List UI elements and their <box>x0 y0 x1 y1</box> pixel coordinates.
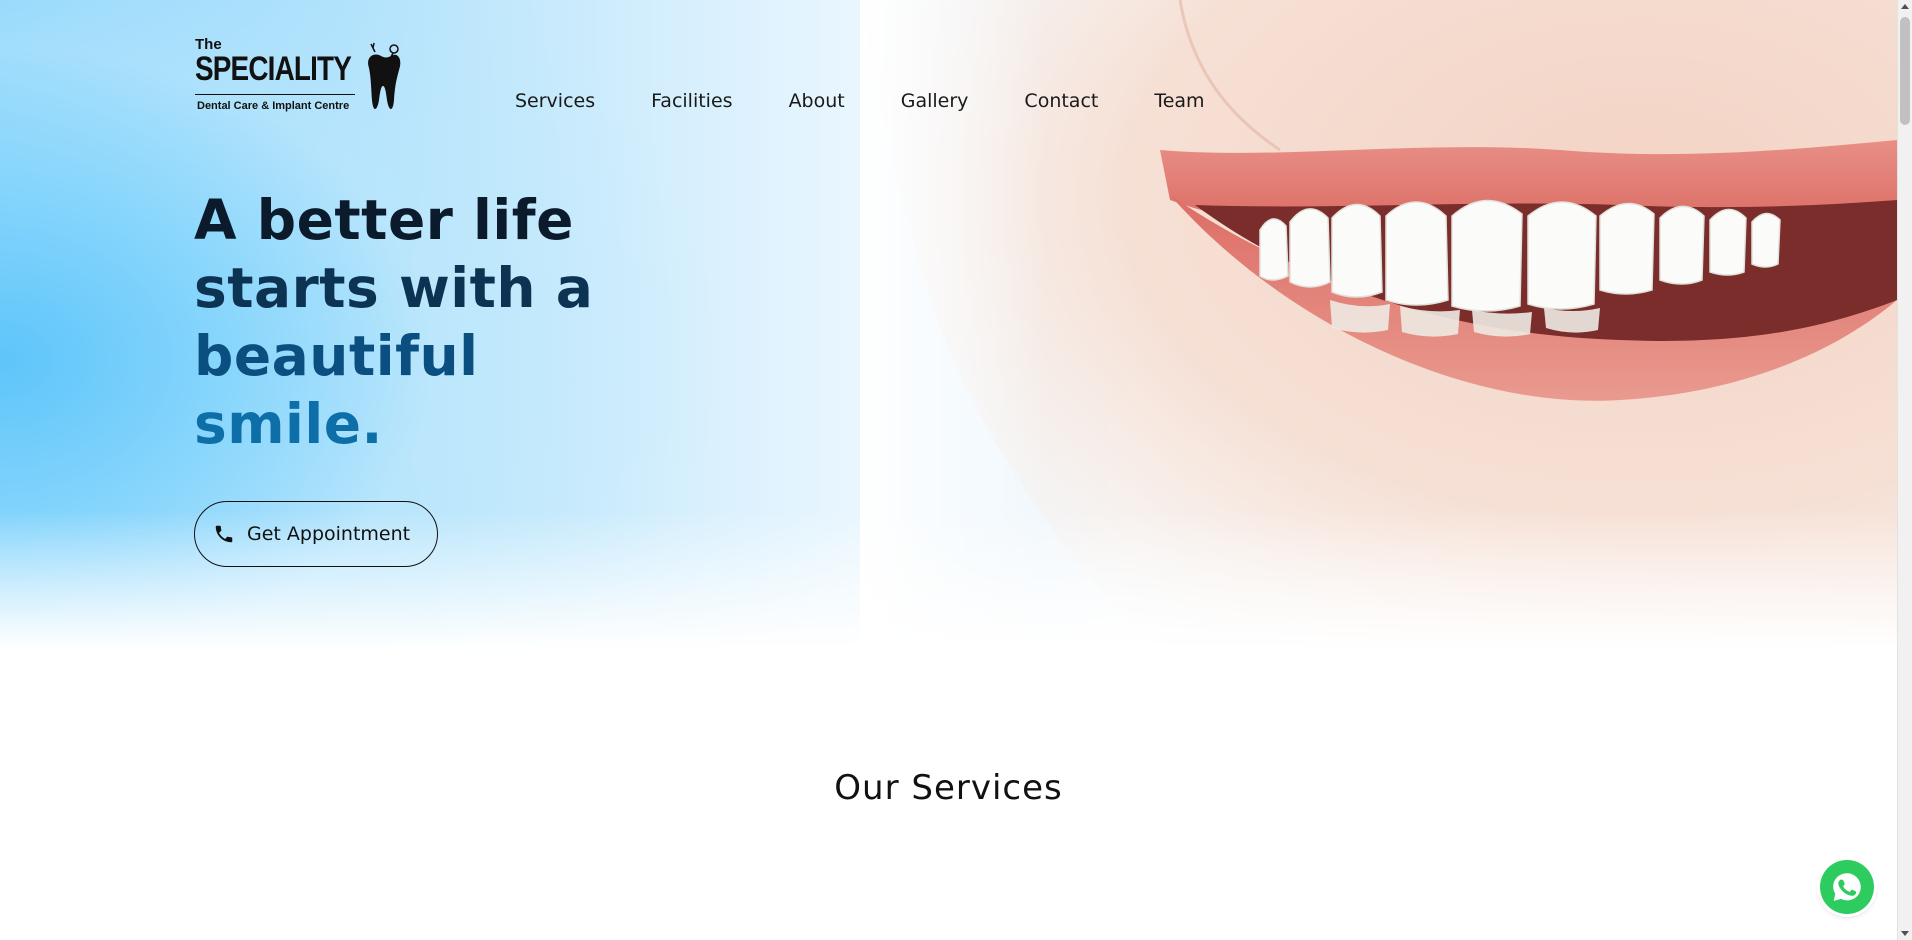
logo-name-text: SPECIALITY <box>195 50 352 88</box>
tooth-icon <box>368 42 401 109</box>
headline-line-2: starts with a <box>194 256 594 320</box>
scroll-down-arrow-icon[interactable] <box>1901 931 1909 936</box>
scroll-thumb[interactable] <box>1900 17 1910 125</box>
nav-item-facilities[interactable]: Facilities <box>651 90 732 112</box>
headline-line-4: smile. <box>194 392 383 456</box>
main-navigation: Services Facilities About Gallery Contac… <box>515 90 1205 112</box>
nav-item-team[interactable]: Team <box>1154 90 1204 112</box>
nav-item-gallery[interactable]: Gallery <box>901 90 969 112</box>
headline-line-3: beautiful <box>194 324 479 388</box>
nav-item-contact[interactable]: Contact <box>1024 90 1098 112</box>
services-heading: Our Services <box>834 768 1063 808</box>
logo-divider <box>195 94 355 95</box>
hero-headline: A better life starts with a beautiful sm… <box>194 186 593 458</box>
whatsapp-button[interactable] <box>1820 860 1874 914</box>
nav-item-services[interactable]: Services <box>515 90 595 112</box>
nav-item-about[interactable]: About <box>789 90 845 112</box>
get-appointment-label: Get Appointment <box>247 523 411 545</box>
whatsapp-icon <box>1833 873 1861 901</box>
site-logo[interactable]: The SPECIALITY Dental Care & Implant Cen… <box>195 36 405 118</box>
get-appointment-button[interactable]: Get Appointment <box>194 501 438 567</box>
scroll-up-arrow-icon[interactable] <box>1901 4 1909 9</box>
logo-tagline: Dental Care & Implant Centre <box>197 100 350 112</box>
page-scrollbar[interactable] <box>1897 0 1912 940</box>
headline-line-1: A better life <box>194 188 574 252</box>
phone-icon <box>215 525 233 543</box>
